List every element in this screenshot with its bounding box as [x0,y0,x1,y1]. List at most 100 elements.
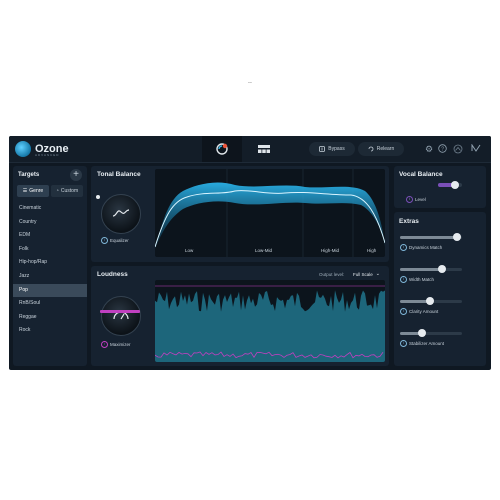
tonal-balance-curve [155,169,385,257]
loudness-panel: Loudness i Maximizer Output level: Full … [91,266,389,366]
bypass-button[interactable]: Bypass [309,142,355,156]
chevron-down-icon: ⌄ [375,271,380,277]
tonal-balance-title: Tonal Balance [97,171,141,178]
ozone-logo-icon [15,141,31,157]
list-icon: ☰ [22,188,28,194]
tab-custom-label: Custom [60,188,79,194]
slider-track[interactable] [400,329,462,337]
output-level-dropdown[interactable]: Full Scale ⌄ [353,271,380,277]
output-level-label: Output level: [319,272,345,277]
slider-label: i Stabilizer Amount [400,340,462,347]
extras-slider-dynamics-match[interactable]: i Dynamics Match [400,233,462,251]
add-target-button[interactable]: + [70,169,82,181]
relearn-icon [368,146,374,152]
band-label-high: High [367,248,377,253]
slider-track[interactable] [400,297,462,305]
info-icon: i [400,244,407,251]
izotope-logo-icon [471,143,481,154]
band-label-low: Low [185,248,194,253]
svg-text:?: ? [441,146,444,152]
info-icon: i [400,276,407,283]
vocal-level-label-text: Level [415,197,426,202]
slider-label-text: Stabilizer Amount [409,341,445,346]
info-icon: i [400,308,407,315]
genre-item-hip-hop-rap[interactable]: Hip-hop/Rap [13,256,87,270]
slider-fill [400,236,458,239]
band-label-high-mid: High-Mid [321,248,340,253]
info-icon: i [101,237,108,244]
assistant-module-button[interactable] [202,136,242,162]
genre-item-country[interactable]: Country [13,216,87,230]
genre-item-folk[interactable]: Folk [13,243,87,257]
loudness-title: Loudness [97,271,128,278]
band-label-low-mid: Low-Mid [255,248,273,253]
equalizer-knob[interactable] [101,194,141,234]
genre-item-rnb-soul[interactable]: RnB/Soul [13,297,87,311]
slider-thumb[interactable] [438,265,447,273]
tonal-balance-panel: Tonal Balance i Equalizer Low Low-Mid Hi… [91,166,389,262]
info-icon: i [406,196,413,203]
genre-item-rock[interactable]: Rock [13,324,87,338]
slider-track[interactable] [400,265,462,273]
slider-label-text: Clarity Amount [409,309,439,314]
top-bar: Ozone ADVANCED Bypass Relearn ⚙ ? [9,136,491,163]
bypass-label: Bypass [328,146,345,152]
targets-title: Targets [18,172,40,178]
maximizer-ceiling-marker [100,310,140,313]
vocal-balance-panel: Vocal Balance i Level [394,166,486,208]
genre-item-reggae[interactable]: Reggae [13,311,87,325]
slider-fill [400,268,443,271]
modules-grid-icon [258,145,270,153]
slider-thumb[interactable] [453,233,462,241]
genre-item-edm[interactable]: EDM [13,229,87,243]
output-level-value: Full Scale [353,271,373,277]
slider-label-text: Dynamics Match [409,245,443,250]
vocal-level-thumb[interactable] [450,181,459,189]
maximizer-label: i Maximizer [101,341,131,348]
vocal-level-slider[interactable] [438,181,462,189]
relearn-button[interactable]: Relearn [358,142,404,156]
help-icon[interactable]: ? [437,144,447,154]
maximizer-gauge-icon [113,311,129,320]
genre-list: Cinematic Country EDM Folk Hip-hop/Rap Jazz Po… [13,202,87,338]
tab-genre[interactable]: ☰ Genre [17,185,49,197]
tab-custom[interactable]: ◔ Custom [51,185,83,197]
targets-sidebar: Targets + ☰ Genre ◔ Custom Cinematic Coun… [13,166,87,366]
bypass-icon [319,146,326,152]
slider-thumb[interactable] [425,297,434,305]
slider-label: i Width Match [400,276,462,283]
slider-label: i Dynamics Match [400,244,462,251]
knob-marker [96,195,100,199]
relearn-label: Relearn [376,146,395,152]
custom-target-icon: ◔ [55,188,59,194]
maximizer-knob[interactable] [101,296,141,336]
slider-track[interactable] [400,233,462,241]
slider-thumb[interactable] [417,329,426,337]
genre-item-pop[interactable]: Pop [13,283,87,298]
extras-panel: Extras i Dynamics Match i Width Match i Clari… [394,212,486,366]
stray-mark: .. [248,78,252,85]
loudness-waveform [155,285,385,362]
slider-label-text: Width Match [409,277,435,282]
modules-view-button[interactable] [244,136,284,162]
extras-slider-stabilizer-amount[interactable]: i Stabilizer Amount [400,329,462,347]
info-icon: i [101,341,108,348]
info-icon: i [400,340,407,347]
slider-label: i Clarity Amount [400,308,462,315]
targets-tab-group: ☰ Genre ◔ Custom [17,185,83,197]
signal-chain-icon[interactable] [453,144,463,154]
extras-slider-clarity-amount[interactable]: i Clarity Amount [400,297,462,315]
genre-item-cinematic[interactable]: Cinematic [13,202,87,216]
vocal-balance-title: Vocal Balance [399,171,443,178]
genre-item-jazz[interactable]: Jazz [13,270,87,284]
ozone-window: Ozone ADVANCED Bypass Relearn ⚙ ? Target… [9,136,491,370]
waveform-fill [155,290,385,362]
equalizer-label-text: Equalizer [110,238,129,243]
settings-gear-icon[interactable]: ⚙ [424,144,434,154]
assistant-icon [216,143,228,155]
extras-slider-width-match[interactable]: i Width Match [400,265,462,283]
vocal-level-label: i Level [406,196,426,203]
eq-curve-icon [112,209,130,217]
equalizer-label: i Equalizer [101,237,129,244]
tab-genre-label: Genre [29,188,44,194]
